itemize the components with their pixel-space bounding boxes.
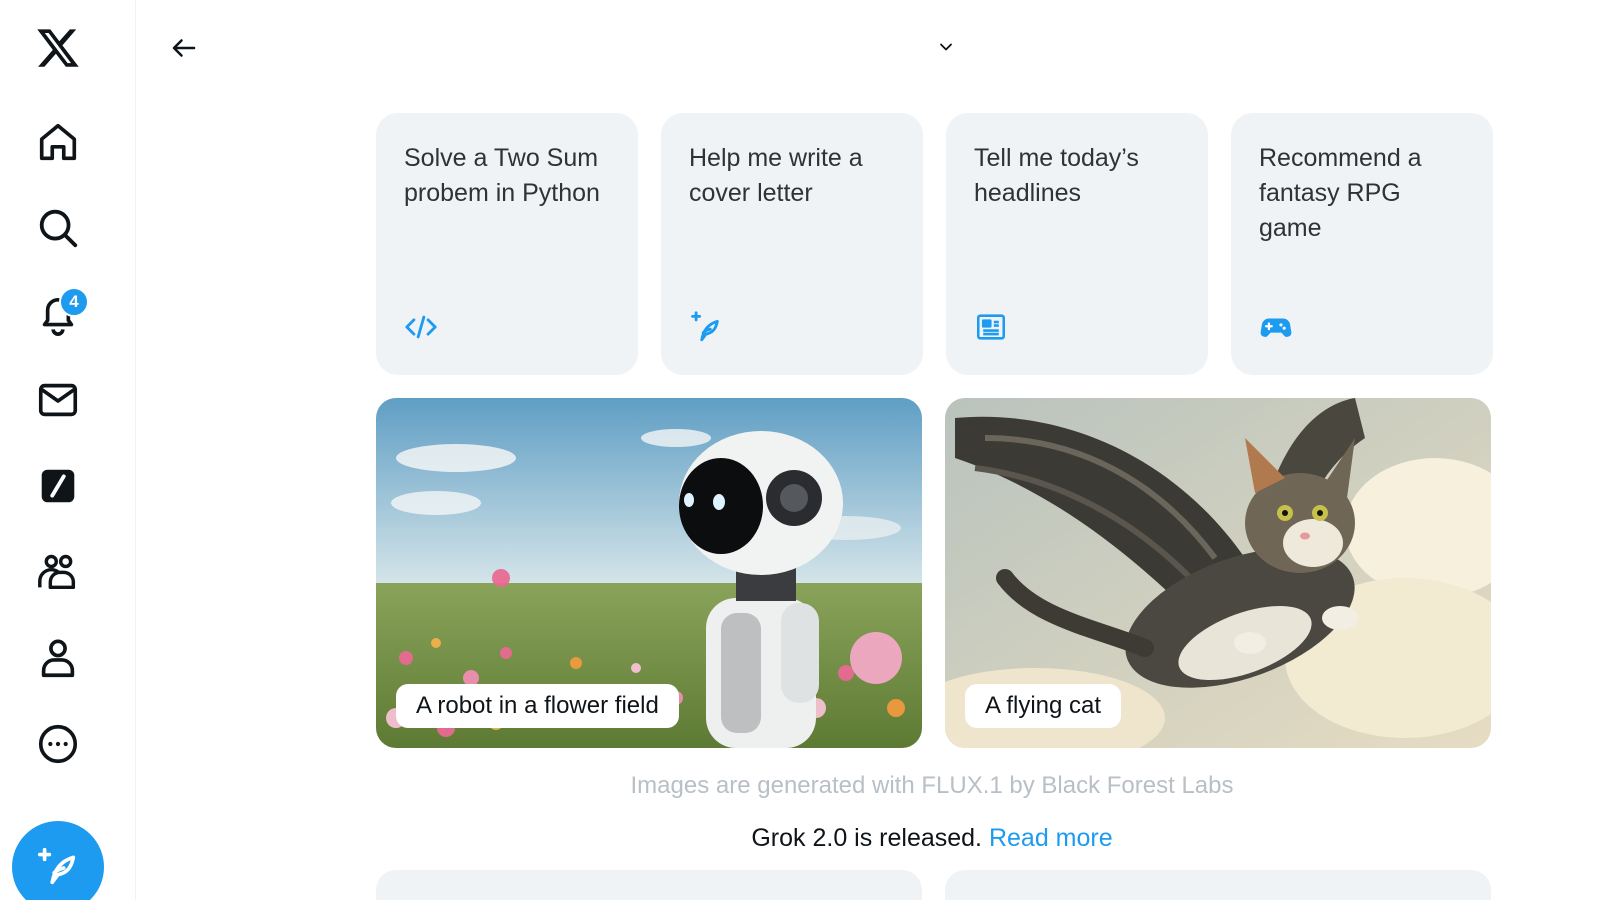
bottom-card[interactable] xyxy=(945,870,1491,900)
back-button[interactable] xyxy=(162,26,206,70)
envelope-icon[interactable] xyxy=(28,370,88,430)
suggestion-text: Tell me today’s headlines xyxy=(974,144,1139,207)
release-notice: Grok 2.0 is released. Read more xyxy=(376,824,1488,853)
bell-icon[interactable]: 4 xyxy=(28,284,89,344)
chevron-down-icon xyxy=(940,43,952,51)
code-icon xyxy=(405,315,437,339)
suggestion-card-headlines[interactable]: Tell me today’s headlines xyxy=(946,113,1208,375)
suggestion-card-write[interactable]: Help me write a cover letter xyxy=(661,113,923,375)
people-icon[interactable] xyxy=(28,542,88,602)
suggestion-card-code[interactable]: Solve a Two Sum probem in Python xyxy=(376,113,638,375)
sidebar: 4 xyxy=(0,0,136,900)
image-prompt-label: A flying cat xyxy=(965,684,1122,728)
gamepad-icon xyxy=(1260,318,1292,337)
feather-plus-icon xyxy=(37,847,76,885)
model-toggle-button[interactable] xyxy=(932,33,960,61)
search-icon[interactable] xyxy=(28,198,88,258)
suggestion-text: Solve a Two Sum probem in Python xyxy=(404,144,600,207)
feather-plus-icon xyxy=(691,311,719,342)
image-credit-footnote: Images are generated with FLUX.1 by Blac… xyxy=(630,772,1234,799)
image-prompt-label: A robot in a flower field xyxy=(396,684,679,728)
read-more-link[interactable]: Read more xyxy=(989,824,1113,852)
bottom-card[interactable] xyxy=(376,870,922,900)
release-text: Grok 2.0 is released. xyxy=(751,824,989,852)
more-circle-icon[interactable] xyxy=(28,714,88,774)
person-icon[interactable] xyxy=(28,628,88,688)
suggestion-text: Recommend a fantasy RPG game xyxy=(1259,144,1422,242)
suggestion-text: Help me write a cover letter xyxy=(689,144,863,207)
x-logo-icon[interactable] xyxy=(28,18,88,78)
image-prompt-robot[interactable]: A robot in a flower field xyxy=(376,398,922,748)
newspaper-icon xyxy=(976,314,1006,340)
arrow-left-icon xyxy=(172,39,196,57)
grok-icon[interactable] xyxy=(28,456,88,516)
suggestion-card-rpg[interactable]: Recommend a fantasy RPG game xyxy=(1231,113,1493,375)
post-button[interactable] xyxy=(12,821,104,900)
image-prompt-cat[interactable]: A flying cat xyxy=(945,398,1491,748)
home-icon[interactable] xyxy=(28,112,88,172)
notification-badge: 4 xyxy=(59,287,89,317)
